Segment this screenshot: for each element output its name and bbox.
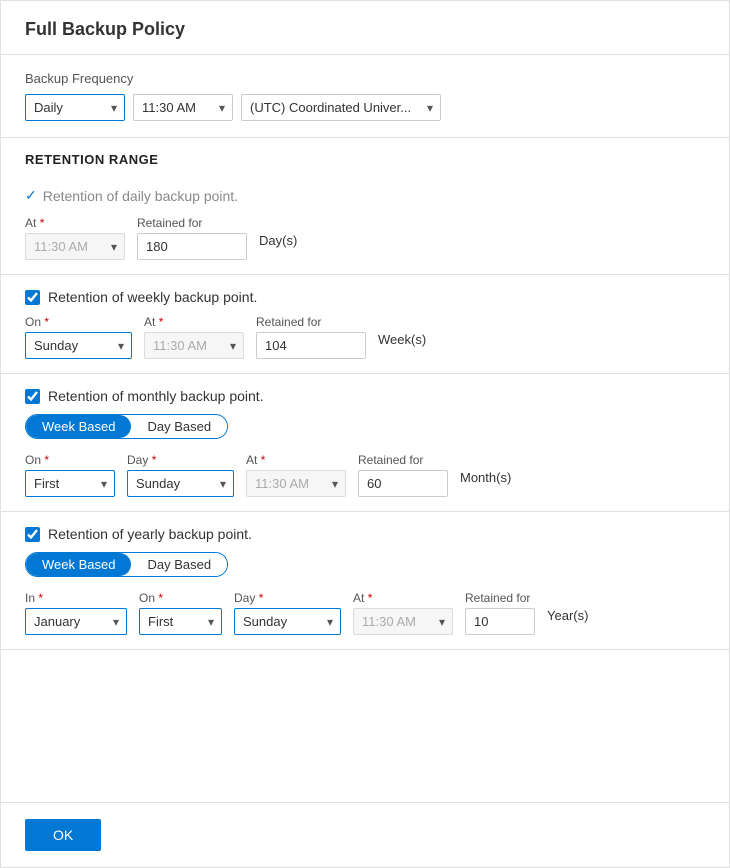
yearly-day-label: Day * (234, 591, 341, 605)
frequency-row: Daily Weekly Monthly 11:30 AM 12:00 AM 1… (25, 94, 705, 121)
weekly-on-select[interactable]: Sunday Monday Tuesday Wednesday Thursday… (25, 332, 132, 359)
frequency-select[interactable]: Daily Weekly Monthly (25, 94, 125, 121)
weekly-unit-label: Week(s) (378, 332, 426, 353)
monthly-at-select[interactable]: 11:30 AM (246, 470, 346, 497)
yearly-checkbox-row: Retention of yearly backup point. (25, 526, 705, 542)
monthly-checkbox-row: Retention of monthly backup point. (25, 388, 705, 404)
daily-fields-row: At * 11:30 AM Retained for Day(s) (25, 216, 705, 260)
yearly-at-select[interactable]: 11:30 AM (353, 608, 453, 635)
yearly-retention-label: Retention of yearly backup point. (48, 526, 252, 542)
monthly-checkbox[interactable] (25, 389, 40, 404)
weekly-at-select[interactable]: 11:30 AM (144, 332, 244, 359)
monthly-day-based-tab[interactable]: Day Based (131, 415, 227, 438)
monthly-day-select[interactable]: Sunday Monday Tuesday Wednesday Thursday… (127, 470, 234, 497)
yearly-day-based-tab[interactable]: Day Based (131, 553, 227, 576)
yearly-day-group: Day * Sunday Monday Tuesday Wednesday Th… (234, 591, 341, 635)
weekly-retention-section: Retention of weekly backup point. On * S… (1, 275, 729, 374)
monthly-at-label: At * (246, 453, 346, 467)
daily-retention-label: Retention of daily backup point. (43, 188, 238, 204)
monthly-retention-section: Retention of monthly backup point. Week … (1, 374, 729, 512)
yearly-in-group: In * January February March April May Ju… (25, 591, 127, 635)
yearly-retained-label: Retained for (465, 591, 535, 605)
monthly-on-label: On * (25, 453, 115, 467)
monthly-day-group: Day * Sunday Monday Tuesday Wednesday Th… (127, 453, 234, 497)
daily-retained-group: Retained for (137, 216, 247, 260)
yearly-on-select-wrap: First Second Third Fourth Last (139, 608, 222, 635)
monthly-on-select-wrap: First Second Third Fourth Last (25, 470, 115, 497)
yearly-retained-input[interactable] (465, 608, 535, 635)
page-title: Full Backup Policy (1, 1, 729, 55)
yearly-at-group: At * 11:30 AM (353, 591, 453, 635)
footer: OK (1, 802, 729, 867)
monthly-unit-label: Month(s) (460, 470, 511, 491)
yearly-checkbox[interactable] (25, 527, 40, 542)
monthly-on-group: On * First Second Third Fourth Last (25, 453, 115, 497)
weekly-checkbox[interactable] (25, 290, 40, 305)
monthly-fields-row: On * First Second Third Fourth Last Day … (25, 453, 705, 497)
weekly-retained-label: Retained for (256, 315, 366, 329)
yearly-on-select[interactable]: First Second Third Fourth Last (139, 608, 222, 635)
monthly-on-select[interactable]: First Second Third Fourth Last (25, 470, 115, 497)
daily-at-select-wrap: 11:30 AM (25, 233, 125, 260)
daily-at-label: At * (25, 216, 125, 230)
yearly-in-select[interactable]: January February March April May June Ju… (25, 608, 127, 635)
frequency-select-wrap: Daily Weekly Monthly (25, 94, 125, 121)
monthly-retention-label: Retention of monthly backup point. (48, 388, 264, 404)
daily-at-required: * (40, 216, 45, 230)
daily-at-select[interactable]: 11:30 AM (25, 233, 125, 260)
backup-frequency-label: Backup Frequency (25, 71, 705, 86)
weekly-at-select-wrap: 11:30 AM (144, 332, 244, 359)
yearly-in-select-wrap: January February March April May June Ju… (25, 608, 127, 635)
yearly-on-label: On * (139, 591, 222, 605)
yearly-on-group: On * First Second Third Fourth Last (139, 591, 222, 635)
weekly-fields-row: On * Sunday Monday Tuesday Wednesday Thu… (25, 315, 705, 359)
monthly-retained-input[interactable] (358, 470, 448, 497)
weekly-retention-label: Retention of weekly backup point. (48, 289, 257, 305)
yearly-unit-label: Year(s) (547, 608, 588, 629)
monthly-tab-group: Week Based Day Based (25, 414, 228, 439)
yearly-day-select-wrap: Sunday Monday Tuesday Wednesday Thursday… (234, 608, 341, 635)
weekly-on-select-wrap: Sunday Monday Tuesday Wednesday Thursday… (25, 332, 132, 359)
monthly-week-based-tab[interactable]: Week Based (26, 415, 131, 438)
daily-at-group: At * 11:30 AM (25, 216, 125, 260)
retention-range-header: RETENTION RANGE (1, 138, 729, 173)
weekly-at-group: At * 11:30 AM (144, 315, 244, 359)
backup-frequency-section: Backup Frequency Daily Weekly Monthly 11… (1, 55, 729, 138)
monthly-retained-group: Retained for (358, 453, 448, 497)
weekly-at-label: At * (144, 315, 244, 329)
time-select[interactable]: 11:30 AM 12:00 AM 1:00 AM (133, 94, 233, 121)
daily-retained-input[interactable] (137, 233, 247, 260)
daily-retained-label: Retained for (137, 216, 247, 230)
weekly-retained-input[interactable] (256, 332, 366, 359)
weekly-checkbox-row: Retention of weekly backup point. (25, 289, 705, 305)
yearly-fields-row: In * January February March April May Ju… (25, 591, 705, 635)
ok-button[interactable]: OK (25, 819, 101, 851)
yearly-at-label: At * (353, 591, 453, 605)
yearly-retained-group: Retained for (465, 591, 535, 635)
yearly-at-select-wrap: 11:30 AM (353, 608, 453, 635)
yearly-in-label: In * (25, 591, 127, 605)
weekly-retained-group: Retained for (256, 315, 366, 359)
monthly-day-select-wrap: Sunday Monday Tuesday Wednesday Thursday… (127, 470, 234, 497)
daily-retention-section: ✓ Retention of daily backup point. At * … (1, 173, 729, 275)
timezone-select-wrap: (UTC) Coordinated Univer... (241, 94, 441, 121)
monthly-at-group: At * 11:30 AM (246, 453, 346, 497)
monthly-retained-label: Retained for (358, 453, 448, 467)
yearly-tab-group: Week Based Day Based (25, 552, 228, 577)
timezone-select[interactable]: (UTC) Coordinated Univer... (241, 94, 441, 121)
yearly-week-based-tab[interactable]: Week Based (26, 553, 131, 576)
monthly-at-select-wrap: 11:30 AM (246, 470, 346, 497)
daily-unit-label: Day(s) (259, 233, 297, 254)
yearly-retention-section: Retention of yearly backup point. Week B… (1, 512, 729, 650)
weekly-on-label: On * (25, 315, 132, 329)
weekly-on-group: On * Sunday Monday Tuesday Wednesday Thu… (25, 315, 132, 359)
time-select-wrap: 11:30 AM 12:00 AM 1:00 AM (133, 94, 233, 121)
yearly-day-select[interactable]: Sunday Monday Tuesday Wednesday Thursday… (234, 608, 341, 635)
monthly-day-label: Day * (127, 453, 234, 467)
daily-checkmark-icon: ✓ (25, 187, 37, 204)
daily-retention-label-row: ✓ Retention of daily backup point. (25, 187, 705, 204)
